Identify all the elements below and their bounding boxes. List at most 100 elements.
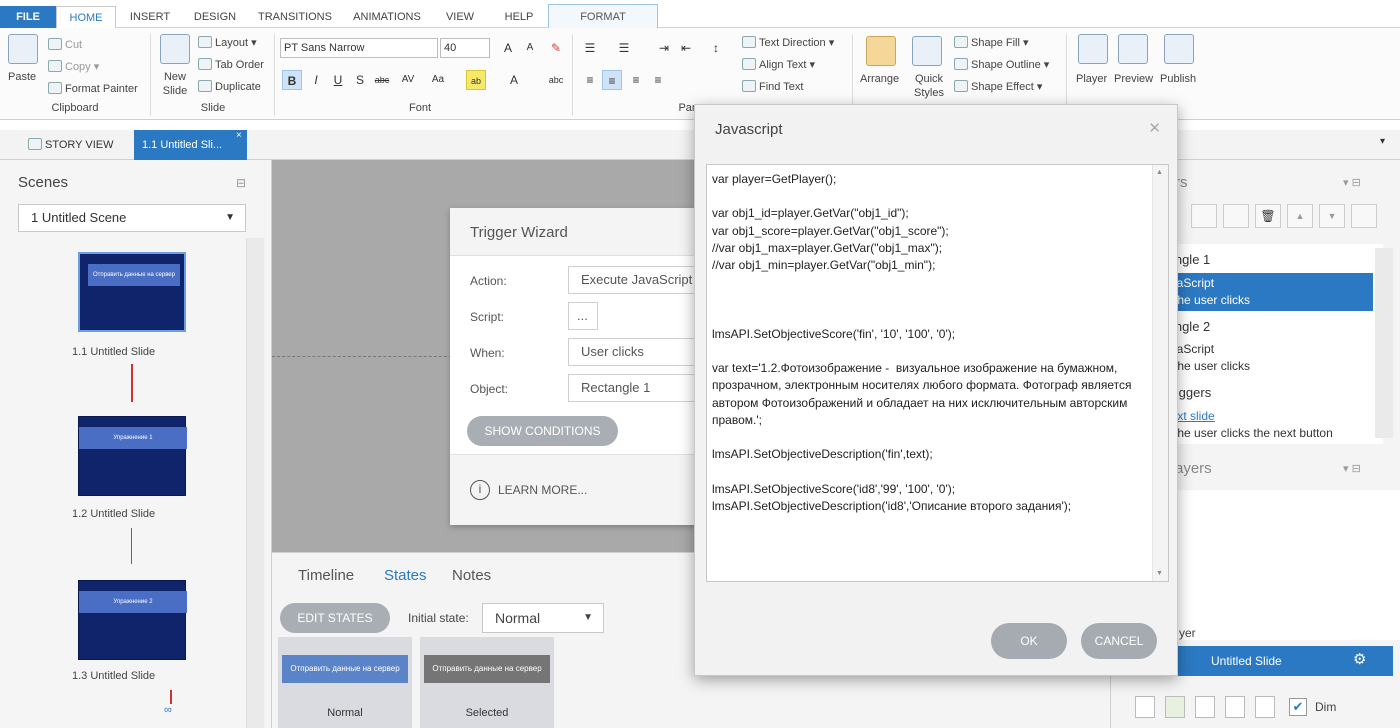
gear-icon[interactable]: ⚙ xyxy=(1353,650,1366,668)
close-icon[interactable]: ✕ xyxy=(1148,119,1161,137)
char-spacing-icon[interactable]: AV xyxy=(398,70,418,90)
align-left-icon[interactable]: ≡ xyxy=(580,70,600,90)
tab-animations[interactable]: ANIMATIONS xyxy=(344,6,430,28)
copy-layer-icon[interactable] xyxy=(1195,696,1215,718)
show-conditions-button[interactable]: SHOW CONDITIONS xyxy=(467,416,618,446)
align-text-button[interactable]: Align Text ▾ xyxy=(742,58,815,72)
spell-check-icon[interactable]: abc xyxy=(546,70,566,90)
scroll-up-icon[interactable]: ▲ xyxy=(1156,169,1163,176)
underline-button[interactable]: U xyxy=(328,70,348,90)
format-painter-button[interactable]: Format Painter xyxy=(48,82,138,96)
grow-font-icon[interactable]: A xyxy=(498,38,518,58)
player-button[interactable]: Player xyxy=(1076,72,1107,86)
find-text-button[interactable]: Find Text xyxy=(742,80,803,94)
delete-trigger-icon[interactable]: 🗑 xyxy=(1255,204,1281,228)
initial-state-select[interactable]: Normal ▼ xyxy=(482,603,604,633)
align-center-icon[interactable]: ≡ xyxy=(602,70,622,90)
story-view-tab[interactable]: STORY VIEW xyxy=(28,138,113,151)
clear-format-icon[interactable]: ✎ xyxy=(546,38,566,58)
quick-styles-button[interactable]: Quick Styles xyxy=(910,72,948,100)
layout-button[interactable]: Layout ▾ xyxy=(198,36,257,50)
new-layer-icon[interactable] xyxy=(1135,696,1155,718)
duplicate-layer-icon[interactable] xyxy=(1165,696,1185,718)
strikethrough-button[interactable]: abc xyxy=(372,70,392,90)
editor-scrollbar[interactable]: ▲ ▼ xyxy=(1152,165,1168,581)
javascript-editor[interactable]: var player=GetPlayer(); var obj1_id=play… xyxy=(706,164,1169,582)
tab-help[interactable]: HELP xyxy=(496,6,542,28)
ok-button[interactable]: OK xyxy=(991,623,1067,659)
dim-checkbox[interactable]: ✔ xyxy=(1289,698,1307,716)
action-select[interactable]: Execute JavaScript xyxy=(568,266,708,294)
trigger-settings-icon[interactable] xyxy=(1351,204,1377,228)
pin-icon[interactable]: ▾ ⊟ xyxy=(1343,176,1361,189)
line-spacing-icon[interactable]: ↕ xyxy=(706,38,726,58)
outdent-icon[interactable]: ⇤ xyxy=(676,38,696,58)
paste-trigger-icon[interactable] xyxy=(1223,204,1249,228)
font-family-select[interactable]: PT Sans Narrow xyxy=(280,38,438,58)
tab-transitions[interactable]: TRANSITIONS xyxy=(252,6,338,28)
tab-view[interactable]: VIEW xyxy=(436,6,484,28)
move-up-icon[interactable]: ▲ xyxy=(1287,204,1313,228)
tab-home[interactable]: HOME xyxy=(56,6,116,29)
scenes-scrollbar[interactable] xyxy=(246,238,264,728)
shape-fill-button[interactable]: Shape Fill ▾ xyxy=(954,36,1029,50)
text-direction-button[interactable]: Text Direction ▾ xyxy=(742,36,834,50)
shape-outline-button[interactable]: Shape Outline ▾ xyxy=(954,58,1049,72)
shrink-font-icon[interactable]: A xyxy=(520,38,540,58)
scroll-down-icon[interactable]: ▼ xyxy=(1156,570,1163,577)
slide-tab[interactable]: 1.1 Untitled Sli... xyxy=(134,130,247,160)
script-button[interactable]: ... xyxy=(568,302,598,330)
copy-button[interactable]: Copy ▾ xyxy=(48,60,99,74)
cut-button[interactable]: Cut xyxy=(48,38,82,52)
italic-button[interactable]: I xyxy=(306,70,326,90)
slide-thumbnail[interactable]: Отправить данные на сервер xyxy=(78,252,186,332)
change-case-icon[interactable]: Aa xyxy=(428,70,448,90)
triggers-scrollbar[interactable] xyxy=(1375,248,1393,438)
pin-icon[interactable]: ▾ ⊟ xyxy=(1343,462,1361,475)
state-card-normal[interactable]: Отправить данные на сервер Normal xyxy=(278,637,412,728)
state-card-selected[interactable]: Отправить данные на сервер Selected xyxy=(420,637,554,728)
slide-thumbnail[interactable]: Упражнение 2 xyxy=(78,580,187,660)
shape-effect-button[interactable]: Shape Effect ▾ xyxy=(954,80,1042,94)
cancel-button[interactable]: CANCEL xyxy=(1081,623,1157,659)
tab-file[interactable]: FILE xyxy=(0,6,56,28)
edit-states-button[interactable]: EDIT STATES xyxy=(280,603,390,633)
chevron-down-icon[interactable]: ▾ xyxy=(1380,136,1385,147)
shadow-button[interactable]: S xyxy=(350,70,370,90)
tab-notes[interactable]: Notes xyxy=(452,567,491,584)
tab-design[interactable]: DESIGN xyxy=(184,6,246,28)
justify-icon[interactable]: ≡ xyxy=(648,70,668,90)
learn-more-link[interactable]: LEARN MORE... xyxy=(498,483,587,497)
font-size-select[interactable]: 40 xyxy=(440,38,490,58)
object-select[interactable]: Rectangle 1 xyxy=(568,374,708,402)
numbering-icon[interactable]: ☰ xyxy=(614,38,634,58)
paste-button[interactable]: Paste xyxy=(8,70,36,84)
duplicate-button[interactable]: Duplicate xyxy=(198,80,261,94)
tab-insert[interactable]: INSERT xyxy=(120,6,180,28)
font-color-icon[interactable]: A xyxy=(504,70,524,90)
indent-icon[interactable]: ⇥ xyxy=(654,38,674,58)
delete-layer-icon[interactable] xyxy=(1255,696,1275,718)
move-down-icon[interactable]: ▼ xyxy=(1319,204,1345,228)
publish-button[interactable]: Publish xyxy=(1160,72,1196,86)
copy-trigger-icon[interactable] xyxy=(1191,204,1217,228)
align-right-icon[interactable]: ≡ xyxy=(626,70,646,90)
bold-button[interactable]: B xyxy=(282,70,302,90)
close-tab-icon[interactable]: × xyxy=(236,130,242,141)
new-slide-button[interactable]: New Slide xyxy=(160,70,190,98)
highlight-icon[interactable]: ab xyxy=(466,70,486,90)
arrange-icon xyxy=(866,36,896,66)
paste-layer-icon[interactable] xyxy=(1225,696,1245,718)
arrange-button[interactable]: Arrange xyxy=(860,72,899,86)
code-text[interactable]: var player=GetPlayer(); var obj1_id=play… xyxy=(712,171,1152,515)
slide-thumbnail[interactable]: Упражнение 1 xyxy=(78,416,187,496)
pin-icon[interactable]: ⊟ xyxy=(236,176,246,190)
tab-order-button[interactable]: Tab Order xyxy=(198,58,264,72)
tab-format[interactable]: FORMAT xyxy=(548,4,658,28)
preview-button[interactable]: Preview xyxy=(1114,72,1153,86)
scene-select[interactable]: 1 Untitled Scene ▼ xyxy=(18,204,246,232)
when-select[interactable]: User clicks xyxy=(568,338,708,366)
tab-timeline[interactable]: Timeline xyxy=(298,567,354,584)
bullets-icon[interactable]: ☰ xyxy=(580,38,600,58)
tab-states[interactable]: States xyxy=(384,567,427,584)
